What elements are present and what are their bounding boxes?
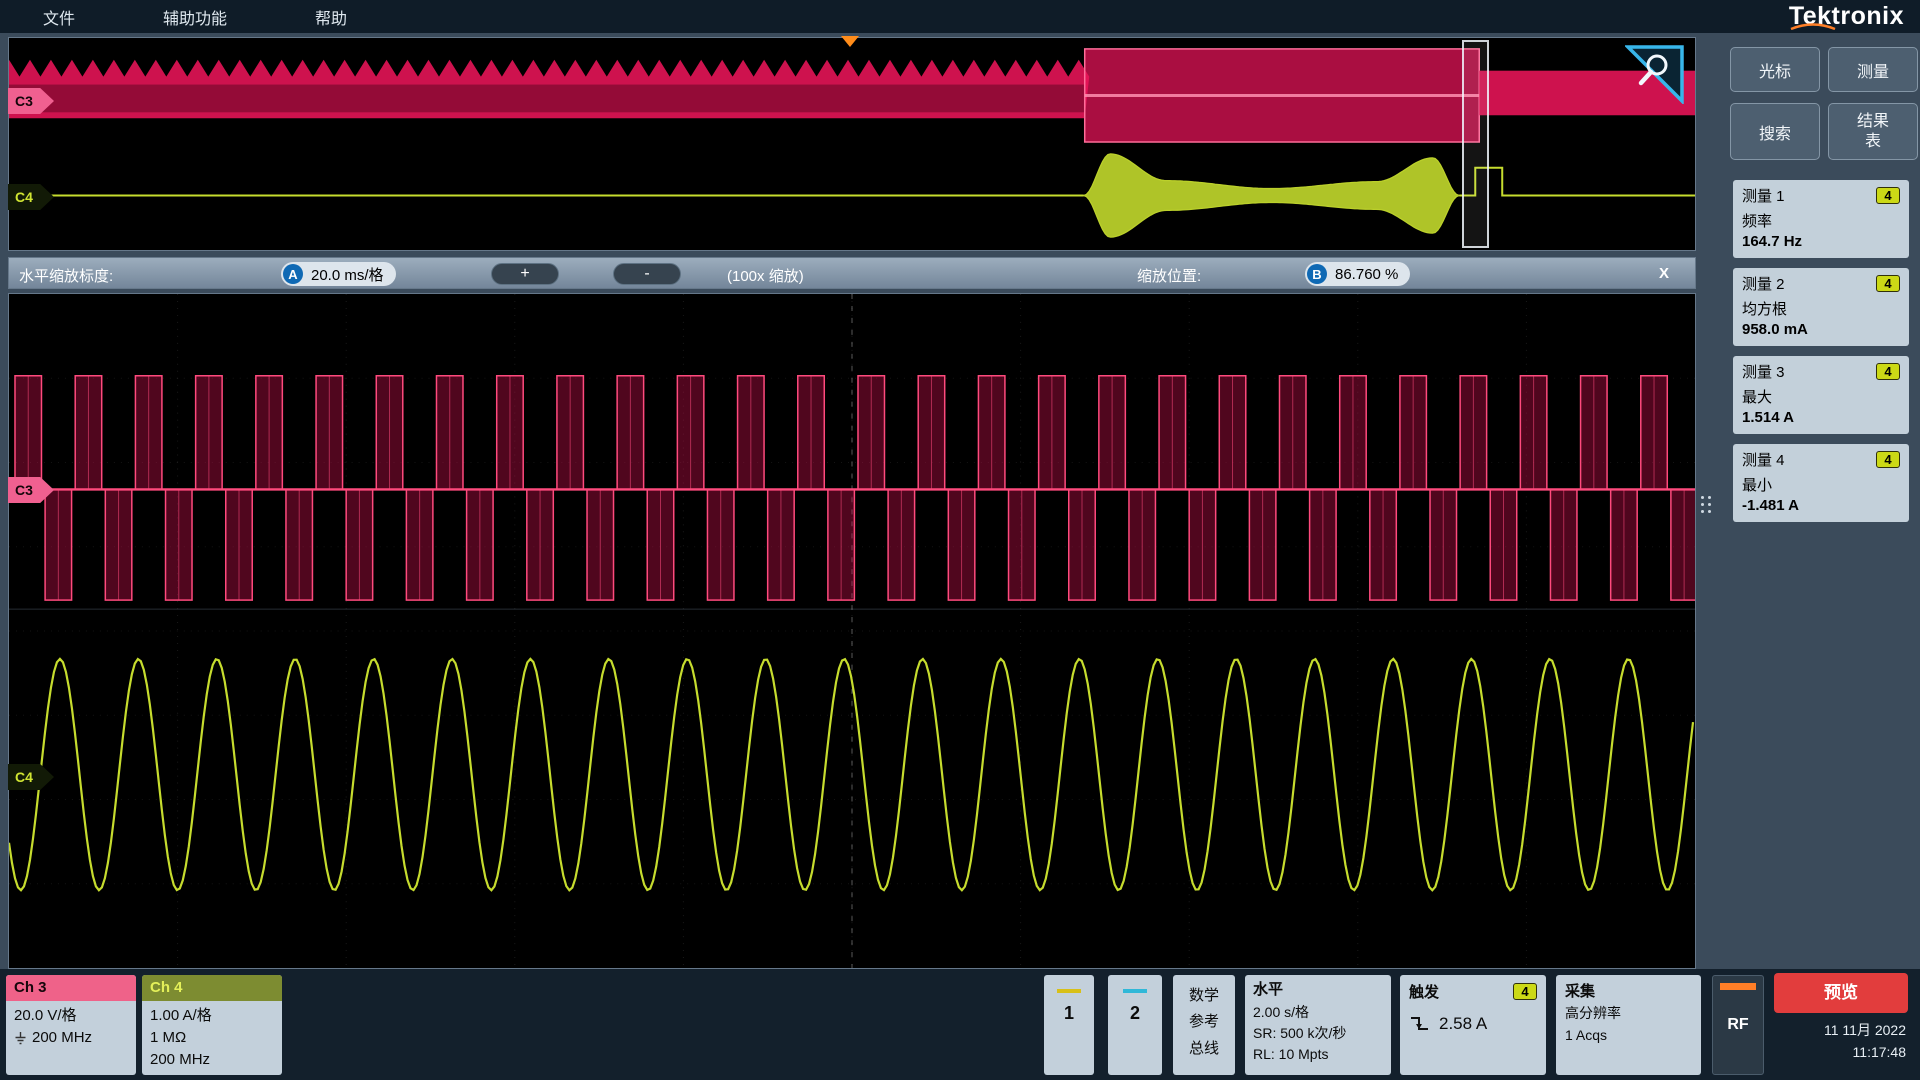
preview-button[interactable]: 预览 [1774,973,1908,1013]
measurement-source-badge: 4 [1876,187,1900,204]
oscilloscope-screen: 文件 辅助功能 帮助 Tektronix C3 C4 水平缩放标度: A 20.… [0,0,1920,1080]
measurement-source-badge: 4 [1876,451,1900,468]
menu-bar: 文件 辅助功能 帮助 Tektronix [0,0,1920,33]
zoom-close-button[interactable]: X [1659,265,1669,282]
panel-drag-handle[interactable] [1701,496,1711,513]
ground-coupling-icon [14,1031,27,1045]
horizontal-sample-rate: SR: 500 k次/秒 [1253,1023,1383,1044]
measurement-value: 1.514 A [1742,409,1900,426]
menu-file[interactable]: 文件 [43,5,75,29]
acquisition-title: 采集 [1565,980,1692,1003]
trigger-title: 触发 [1409,981,1439,1002]
trigger-position-marker[interactable] [841,36,859,47]
trigger-source-badge: 4 [1513,983,1537,1000]
results-table-label: 结果表 [1855,112,1891,150]
datetime-display: 11 11月 2022 11:17:48 [1774,1020,1908,1063]
trigger-level: 2.58 A [1439,1014,1487,1034]
horizontal-tile[interactable]: 水平 2.00 s/格 SR: 500 k次/秒 RL: 10 Mpts [1245,975,1391,1075]
multipurpose-b-badge: B [1307,264,1327,284]
multipurpose-a-badge: A [283,264,303,284]
acquisition-tile[interactable]: 采集 高分辨率 1 Acqs [1556,975,1701,1075]
channel-1-tile[interactable]: 1 [1044,975,1094,1075]
channel-4-name: Ch 4 [142,975,282,1001]
measurement-card-2[interactable]: 测量 2 4 均方根 958.0 mA [1733,268,1909,346]
logo-swoosh-icon [1790,23,1836,30]
rf-color-bar [1720,983,1756,990]
zoom-factor-label: (100x 缩放) [727,265,804,286]
right-button-panel: 光标 测量 搜索 结果表 [1730,47,1918,160]
zoom-magnifier-icon[interactable] [1625,44,1685,109]
measurement-title: 测量 2 [1742,273,1785,294]
menu-help[interactable]: 帮助 [315,5,347,29]
channel-1-color-bar [1057,989,1081,993]
date-text: 11 11月 2022 [1774,1020,1906,1042]
preview-area: 预览 11 11月 2022 11:17:48 [1774,973,1908,1077]
measurement-name: 均方根 [1742,298,1900,319]
bus-label: 总线 [1173,1036,1235,1062]
measurement-value: 958.0 mA [1742,321,1900,338]
acquisition-mode: 高分辨率 [1565,1003,1692,1025]
math-label: 数学 [1173,983,1235,1009]
channel-4-bandwidth: 200 MHz [150,1049,274,1071]
falling-edge-icon [1409,1015,1431,1033]
zoom-scale-label: 水平缩放标度: [19,265,113,286]
bottom-status-bar: Ch 3 20.0 V/格 200 MHz Ch 4 1.00 A/格 1 MΩ… [0,969,1920,1080]
trigger-tile[interactable]: 触发 4 2.58 A [1400,975,1546,1075]
channel-2-label: 2 [1108,1003,1162,1024]
channel-3-scale: 20.0 V/格 [14,1005,128,1027]
channel-3-name: Ch 3 [6,975,136,1001]
tektronix-logo: Tektronix [1789,2,1904,30]
channel-1-label: 1 [1044,1003,1094,1024]
rf-tile[interactable]: RF [1712,975,1764,1075]
measurement-value: 164.7 Hz [1742,233,1900,250]
overview-waveform-view[interactable] [8,37,1696,251]
overview-traces [9,38,1695,250]
math-ref-bus-tile[interactable]: 数学 参考 总线 [1173,975,1235,1075]
channel-4-scale: 1.00 A/格 [150,1005,274,1027]
horizontal-record-length: RL: 10 Mpts [1253,1044,1383,1065]
measurement-name: 最小 [1742,474,1900,495]
main-traces [9,294,1695,968]
measurement-source-badge: 4 [1876,275,1900,292]
measurement-card-1[interactable]: 测量 1 4 频率 164.7 Hz [1733,180,1909,258]
menu-utility[interactable]: 辅助功能 [163,5,227,29]
horizontal-scale: 2.00 s/格 [1253,1002,1383,1023]
measurement-card-4[interactable]: 测量 4 4 最小 -1.481 A [1733,444,1909,522]
zoom-position-value: 86.760 % [1335,266,1398,283]
horizontal-title: 水平 [1253,979,1383,1002]
measurement-title: 测量 3 [1742,361,1785,382]
channel-3-tile[interactable]: Ch 3 20.0 V/格 200 MHz [6,975,136,1075]
main-waveform-view[interactable] [8,293,1696,969]
acquisition-count: 1 Acqs [1565,1025,1692,1047]
zoom-position-field[interactable]: B 86.760 % [1305,262,1410,286]
zoom-position-label: 缩放位置: [1137,265,1201,286]
channel-3-bandwidth: 200 MHz [32,1027,92,1049]
rf-label: RF [1713,1016,1763,1034]
zoom-toolbar: 水平缩放标度: A 20.0 ms/格 + - (100x 缩放) 缩放位置: … [8,257,1696,289]
channel-4-impedance: 1 MΩ [150,1027,274,1049]
ref-label: 参考 [1173,1009,1235,1035]
channel-4-tile[interactable]: Ch 4 1.00 A/格 1 MΩ 200 MHz [142,975,282,1075]
cursors-button[interactable]: 光标 [1730,47,1820,92]
measurement-name: 最大 [1742,386,1900,407]
channel-2-color-bar [1123,989,1147,993]
measurement-value: -1.481 A [1742,497,1900,514]
zoom-selection-box[interactable] [1462,40,1489,248]
time-text: 11:17:48 [1774,1042,1906,1064]
zoom-scale-field[interactable]: A 20.0 ms/格 [281,262,396,286]
measure-button[interactable]: 测量 [1828,47,1918,92]
zoom-in-button[interactable]: + [491,263,559,285]
zoom-scale-value: 20.0 ms/格 [311,264,384,285]
measurement-title: 测量 4 [1742,449,1785,470]
measurement-name: 频率 [1742,210,1900,231]
measurement-card-3[interactable]: 测量 3 4 最大 1.514 A [1733,356,1909,434]
channel-2-tile[interactable]: 2 [1108,975,1162,1075]
zoom-out-button[interactable]: - [613,263,681,285]
measurement-title: 测量 1 [1742,185,1785,206]
measurement-source-badge: 4 [1876,363,1900,380]
search-button[interactable]: 搜索 [1730,103,1820,160]
results-table-button[interactable]: 结果表 [1828,103,1918,160]
